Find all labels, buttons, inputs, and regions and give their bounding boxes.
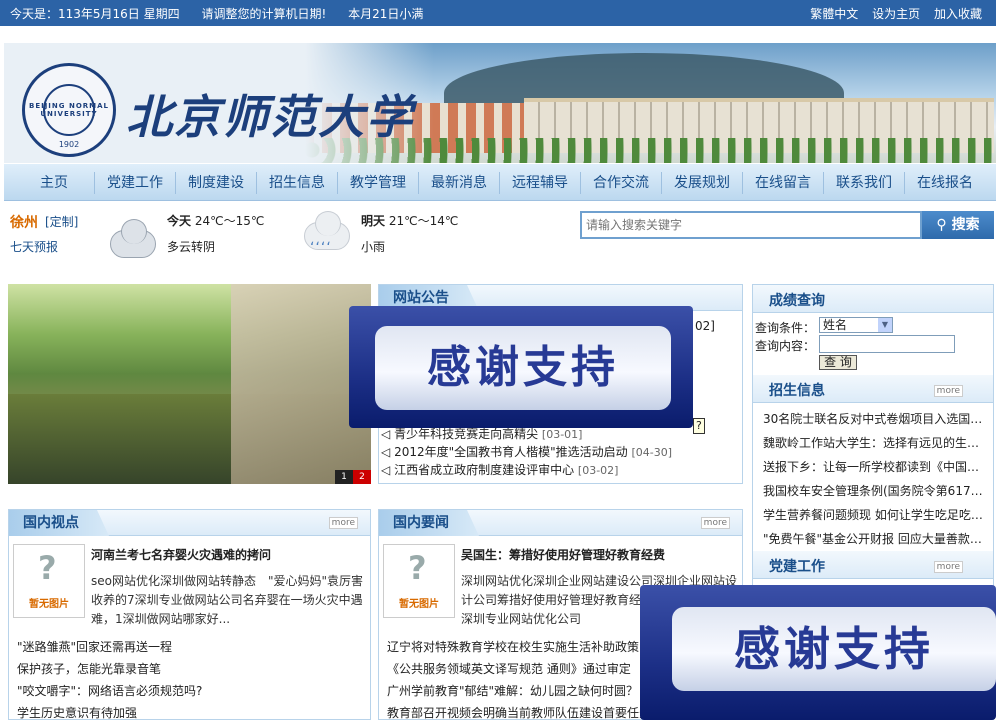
list-item[interactable]: 保护孩子，怎能光靠录音笔 — [17, 658, 202, 680]
tomorrow-temp: 21℃～14℃ — [388, 214, 459, 228]
tooltip: ? — [693, 418, 705, 434]
nav-messages[interactable]: 在线留言 — [742, 171, 823, 194]
slide-page-1[interactable]: 1 — [335, 470, 353, 484]
seal-text: BEIJING NORMAL UNIVERSITY — [28, 102, 109, 118]
list-item[interactable]: 魏歌岭工作站大学生：选择有远见的生… — [763, 431, 985, 455]
tomorrow-label: 明天 — [361, 214, 386, 228]
date-notice: 请调整您的计算机日期! — [201, 7, 327, 21]
date-text: 今天是：113年5月16日 星期四 — [10, 7, 180, 21]
query-condition-label: 查询条件： — [755, 321, 816, 335]
panel-title: 国内视点 — [9, 510, 109, 536]
list-item[interactable]: 学生历史意识有待加强 — [17, 702, 202, 720]
solar-term-text: 本月21日小满 — [348, 7, 424, 21]
feature-headline[interactable]: 河南兰考七名弃婴火灾遇难的拷问 — [91, 546, 271, 563]
search-bar: ⚲ 搜索 — [580, 211, 994, 239]
list-item[interactable]: 学生营养餐问题频现 如何让学生吃足吃… — [763, 503, 985, 527]
add-favorite-link[interactable]: 加入收藏 — [934, 7, 982, 21]
main-nav: 主页 党建工作 制度建设 招生信息 教学管理 最新消息 远程辅导 合作交流 发展… — [4, 164, 996, 201]
speaker-icon: ◁ — [381, 427, 391, 441]
today-desc: 多云转阴 — [167, 240, 216, 254]
no-image-thumbnail: ? 暂无图片 — [13, 544, 85, 618]
nav-planning[interactable]: 发展规划 — [661, 171, 742, 194]
nav-party-work[interactable]: 党建工作 — [94, 171, 175, 194]
slideshow-pagination: 1 2 — [335, 470, 371, 484]
admission-title: 招生信息 — [769, 383, 825, 399]
search-input[interactable] — [580, 211, 922, 239]
domestic-view-panel: 国内视点 more ? 暂无图片 河南兰考七名弃婴火灾遇难的拷问 seo网站优化深圳… — [8, 509, 371, 720]
slide-page-2[interactable]: 2 — [353, 470, 371, 484]
nav-cooperation[interactable]: 合作交流 — [580, 171, 661, 194]
list-item[interactable]: 教育部召开视频会明确当前教师队伍建设首要任务 — [387, 702, 651, 720]
notice-partial-date: 02] — [695, 319, 715, 333]
university-seal-logo: BEIJING NORMAL UNIVERSITY 1902 — [22, 63, 116, 157]
list-item[interactable]: 30名院士联名反对中式卷烟项目入选国… — [763, 407, 985, 431]
chevron-down-icon: ▼ — [878, 318, 892, 332]
list-item[interactable]: 我国校车安全管理条例(国务院令第617… — [763, 479, 985, 503]
weather-widget: 徐州 [定制] 七天预报 今天 24℃～15℃ 多云转阴 ʻʻʻʻ 明天 21℃… — [10, 210, 570, 270]
list-item[interactable]: "免费午餐"基金公开财报 回应大量善款… — [763, 527, 985, 551]
traditional-chinese-link[interactable]: 繁體中文 — [810, 7, 858, 21]
feature-headline[interactable]: 吴国生：筹措好使用好管理好教育经费 — [461, 546, 665, 563]
list-item[interactable]: 送报下乡：让每一所学校都读到《中国… — [763, 455, 985, 479]
speaker-icon: ◁ — [381, 445, 391, 459]
list-item[interactable]: "咬文嚼字"：网络语言必须规范吗? — [17, 680, 202, 702]
list-item[interactable]: 《公共服务领域英文译写规范 通则》通过审定 — [387, 658, 651, 680]
tomorrow-desc: 小雨 — [361, 240, 386, 254]
header-banner: BEIJING NORMAL UNIVERSITY 1902 北京师范大学 — [4, 43, 996, 163]
nav-teaching[interactable]: 教学管理 — [337, 171, 418, 194]
more-button[interactable]: more — [700, 517, 730, 529]
list-item[interactable]: 辽宁将对特殊教育学校在校生实施生活补助政策 — [387, 636, 651, 658]
seal-year: 1902 — [58, 140, 80, 149]
query-content-label: 查询内容： — [755, 339, 816, 353]
search-icon: ⚲ — [936, 217, 947, 233]
party-work-title: 党建工作 — [769, 559, 825, 575]
set-homepage-link[interactable]: 设为主页 — [872, 7, 920, 21]
list-item[interactable]: 广州学前教育"郁结"难解：幼儿园之缺何时圆？ — [387, 680, 651, 702]
more-button[interactable]: more — [933, 385, 963, 397]
nav-signup[interactable]: 在线报名 — [904, 171, 985, 194]
question-mark-icon: ? — [408, 549, 427, 587]
seven-day-forecast-link[interactable]: 七天预报 — [10, 238, 58, 255]
no-image-thumbnail: ? 暂无图片 — [383, 544, 455, 618]
list-item[interactable]: ◁ 2012年度"全国教书育人楷模"推选活动启动 [04-30] — [381, 443, 672, 461]
weather-customize-link[interactable]: [定制] — [45, 213, 78, 230]
slideshow-photo[interactable]: 1 2 — [8, 284, 371, 484]
query-condition-select[interactable]: 姓名 ▼ — [819, 317, 893, 333]
nav-admissions[interactable]: 招生信息 — [256, 171, 337, 194]
nav-remote-tutoring[interactable]: 远程辅导 — [499, 171, 580, 194]
top-bar: 今天是：113年5月16日 星期四 请调整您的计算机日期! 本月21日小满 繁體… — [0, 0, 996, 26]
thanks-ad-banner[interactable]: 感谢支持 — [349, 306, 693, 428]
today-temp: 24℃～15℃ — [194, 214, 265, 228]
rain-icon: ʻʻʻʻ — [310, 240, 332, 256]
more-button[interactable]: more — [933, 561, 963, 573]
speaker-icon: ◁ — [381, 463, 391, 477]
list-item[interactable]: "迷路雏燕"回家还需再送一程 — [17, 636, 202, 658]
nav-regulations[interactable]: 制度建设 — [175, 171, 256, 194]
nav-latest-news[interactable]: 最新消息 — [418, 171, 499, 194]
query-content-input[interactable] — [819, 335, 955, 353]
ad-text: 感谢支持 — [672, 607, 996, 691]
cloudy-icon — [110, 219, 156, 258]
query-button[interactable]: 查 询 — [819, 355, 857, 370]
thanks-ad-banner-bottom[interactable]: 感谢支持 — [640, 585, 996, 720]
panel-title: 国内要闻 — [379, 510, 479, 536]
search-button-label: 搜索 — [951, 217, 980, 233]
more-button[interactable]: more — [328, 517, 358, 529]
nav-home[interactable]: 主页 — [4, 172, 94, 194]
university-calligraphy-logo: 北京师范大学 — [126, 90, 414, 144]
weather-city: 徐州 — [10, 215, 38, 231]
search-button[interactable]: ⚲ 搜索 — [922, 211, 994, 239]
question-mark-icon: ? — [38, 549, 57, 587]
list-item[interactable]: ◁ 江西省成立政府制度建设评审中心 [03-02] — [381, 461, 672, 479]
today-label: 今天 — [167, 214, 192, 228]
feature-summary: seo网站优化深圳做网站转静态 "爱心妈妈"袁厉害收养的7深圳专业做网站公司名弃… — [91, 574, 364, 626]
score-query-title: 成绩查询 — [769, 293, 825, 309]
nav-contact[interactable]: 联系我们 — [823, 171, 904, 194]
ad-text: 感谢支持 — [375, 326, 671, 410]
